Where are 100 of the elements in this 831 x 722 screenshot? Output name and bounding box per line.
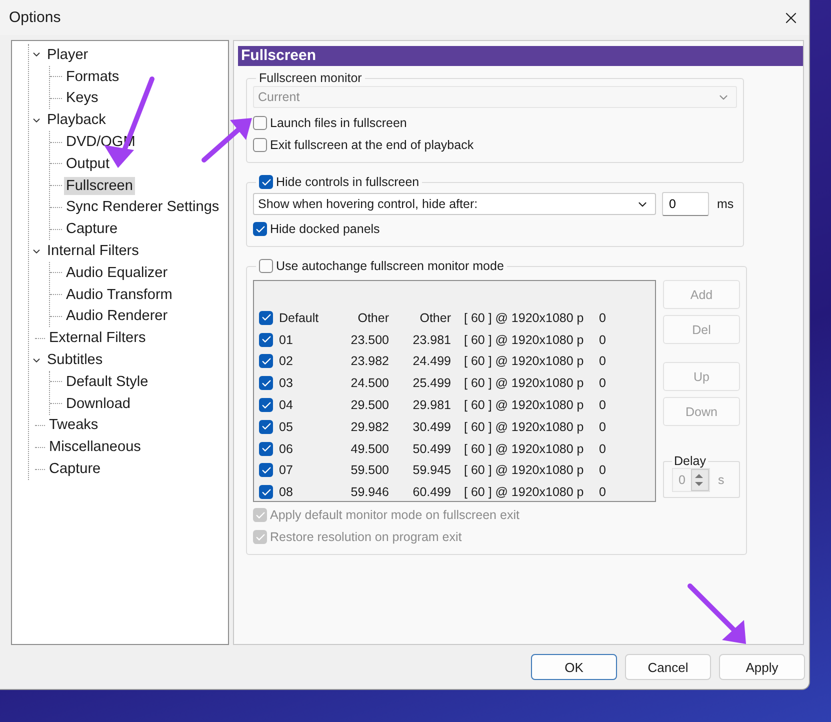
table-cell-text: 03 [278,376,294,390]
checkbox-label: Restore resolution on program exit [270,530,462,544]
table-cell-text: Other [356,310,389,325]
behavior-dropdown[interactable]: Show when hovering control, hide after: [253,193,656,215]
checkbox[interactable] [259,420,273,434]
table-cell-text: [ 60 ] @ 1920x1080 p [463,442,585,456]
tree-item[interactable]: Miscellaneous [47,438,143,456]
table-cell-text: [ 60 ] @ 1920x1080 p [463,485,585,500]
checkbox[interactable] [259,332,273,347]
table-cell-text: Default [278,310,320,325]
checkbox[interactable] [259,259,273,273]
table-cell-text: [ 60 ] @ 1920x1080 p [463,398,585,412]
table-cell-text: [ 60 ] @ 1920x1080 p [463,376,585,390]
checkbox-label: Hide controls in fullscreen [276,175,420,189]
delay-input[interactable]: 0 [662,192,709,216]
checkbox-label: Launch files in fullscreen [270,116,407,130]
tree-item[interactable]: Sync Renderer Settings [64,198,222,216]
check-icon [260,464,272,476]
table-cell-text: 29.982 [350,420,389,434]
checkbox[interactable] [259,463,273,478]
table-cell-text: 59.500 [350,463,389,478]
tree-item[interactable]: Formats [64,68,122,86]
table-cell-text: 49.500 [350,442,389,456]
table-cell-text: 29.981 [412,398,451,412]
table-cell-text: 30.499 [412,420,451,434]
check-icon [260,486,272,498]
table-cell-text: 24.499 [412,354,451,368]
table-cell-text: 23.981 [412,332,451,347]
dialog-button[interactable]: Cancel [625,654,711,680]
table-cell-text: 0 [599,310,607,325]
check-icon [260,334,272,346]
tree-item[interactable]: Capture [47,460,103,478]
tree-item[interactable]: Audio Equalizer [64,264,170,282]
check-icon [260,400,272,411]
table-cell-text: 60.499 [412,485,451,500]
tree-item[interactable]: Download [64,394,132,413]
checkbox-label: Apply default monitor mode on fullscreen exit [270,508,520,522]
checkbox-label: Exit fullscreen at the end of playback [270,138,474,152]
checkbox[interactable] [259,175,273,189]
table-cell-text: 06 [278,442,294,456]
group-label: Delay [673,454,707,468]
annotation-arrow [688,584,746,644]
check-icon [260,421,272,432]
unit-label: s [718,473,724,487]
table-cell-text: 0 [599,420,607,434]
checkbox-label: Use autochange fullscreen monitor mode [276,259,504,273]
table-cell-text: [ 60 ] @ 1920x1080 p [463,420,585,434]
table-cell-text: 0 [599,485,607,500]
table-cell-text: 0 [599,332,607,347]
table-cell-text: 02 [278,354,294,368]
tree-item[interactable]: Tweaks [47,416,100,434]
table-cell-text: Other [418,310,451,325]
check-icon [254,532,266,542]
checkbox[interactable] [253,116,267,130]
dialog-button[interactable]: Apply [719,654,805,680]
table-cell-text: 0 [599,442,607,456]
table-cell-text: 07 [278,463,294,478]
table-cell-text: [ 60 ] @ 1920x1080 p [463,463,585,478]
checkbox[interactable] [259,354,273,368]
check-icon [260,443,272,454]
tree-item[interactable]: Keys [64,89,100,108]
tree-item[interactable]: Capture [64,220,120,238]
checkbox[interactable] [253,138,267,152]
check-icon [260,176,272,188]
window-title: Options [9,9,61,26]
tree-item[interactable]: Audio Transform [64,286,174,304]
check-icon [260,312,272,324]
table-cell-text: [ 60 ] @ 1920x1080 p [463,354,585,368]
table-cell-text: 59.945 [412,463,451,478]
checkbox[interactable] [259,376,273,390]
table-cell-text: 0 [599,398,607,412]
tree-item[interactable]: Fullscreen [64,176,135,195]
tree-item[interactable]: Player [45,46,90,64]
checkbox[interactable] [259,310,273,325]
check-icon [254,510,266,520]
table-cell-text: 29.500 [350,398,389,412]
table-cell-text: 05 [278,420,294,434]
tree-item[interactable]: Audio Renderer [64,307,170,326]
checkbox-label: Hide docked panels [270,222,380,236]
tree-item[interactable]: Subtitles [45,351,105,370]
dialog-button[interactable]: OK [531,654,617,680]
checkbox[interactable] [259,442,273,456]
table-cell-text: 04 [278,398,294,412]
checkbox[interactable] [259,398,273,412]
group-label: Fullscreen monitor [258,71,363,85]
checkbox[interactable] [253,222,267,236]
tree-item[interactable]: External Filters [47,329,148,348]
tree-item[interactable]: Default Style [64,372,150,391]
tree-item[interactable]: Internal Filters [45,242,141,260]
tree-item[interactable]: Playback [45,111,108,130]
table-cell-text: 08 [278,485,294,500]
check-icon [254,224,266,234]
table-cell-text: 0 [599,463,607,478]
table-cell-text: 50.499 [412,442,451,456]
table-cell-text: [ 60 ] @ 1920x1080 p [463,332,585,347]
tree-item[interactable]: Output [64,154,112,173]
page-header: Fullscreen [238,46,803,66]
checkbox[interactable] [259,485,273,500]
table-cell-text: 0 [599,376,607,390]
table-cell-text: 23.982 [350,354,389,368]
